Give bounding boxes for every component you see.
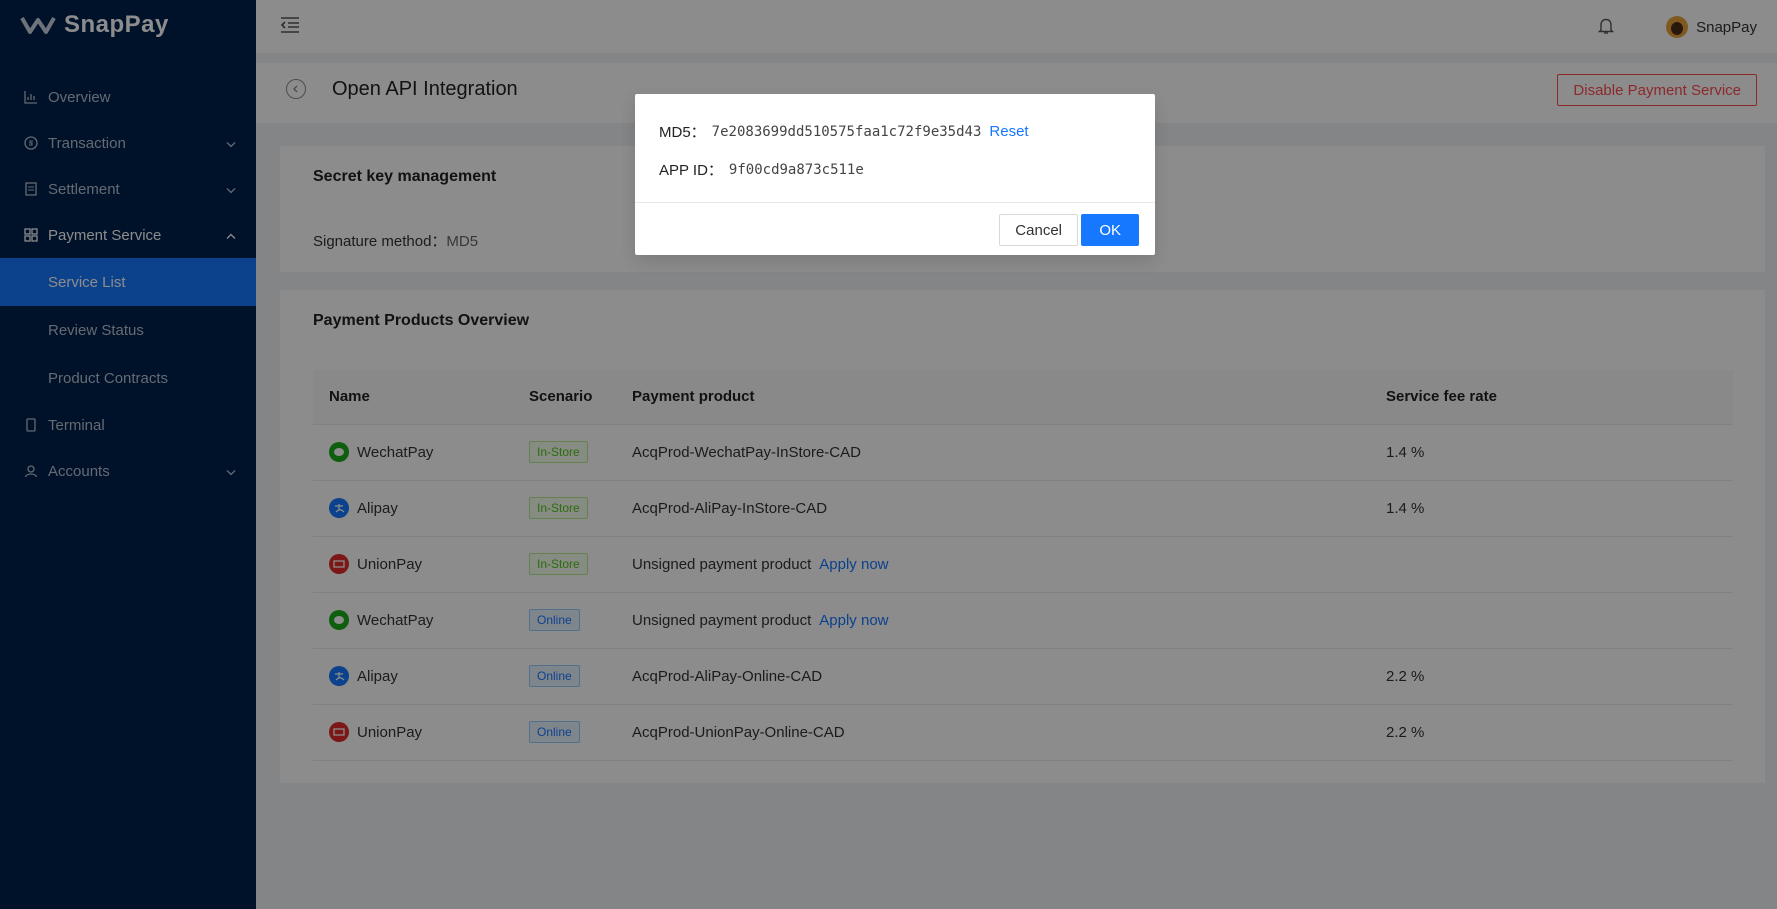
reset-link[interactable]: Reset [989,123,1028,140]
appid-row: APP ID： 9f00cd9a873c511e [659,159,864,180]
appid-label: APP ID： [659,162,723,179]
cancel-button[interactable]: Cancel [999,214,1078,246]
ok-button[interactable]: OK [1081,214,1139,246]
md5-value: 7e2083699dd510575faa1c72f9e35d43 [711,123,982,140]
modal-divider [635,202,1155,203]
secret-key-modal: MD5： 7e2083699dd510575faa1c72f9e35d43 Re… [635,94,1155,255]
appid-value: 9f00cd9a873c511e [728,161,864,178]
md5-label: MD5： [659,124,706,141]
md5-row: MD5： 7e2083699dd510575faa1c72f9e35d43 Re… [659,121,1029,142]
